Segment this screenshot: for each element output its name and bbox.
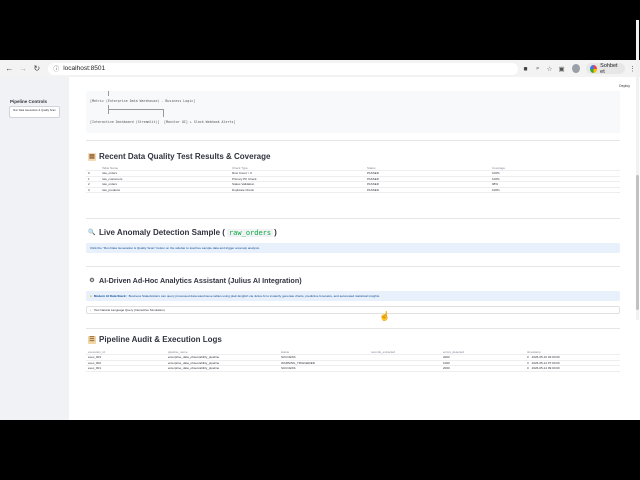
quality-section-title: ▤ Recent Data Quality Test Results & Cov…	[88, 152, 271, 161]
arch-connector	[108, 91, 109, 96]
assistant-section-title: ⚙ AI-Driven Ad-Hoc Analytics Assistant (…	[89, 276, 302, 285]
page-scrollbar-thumb[interactable]	[636, 175, 639, 310]
translate-icon[interactable]: ◾	[521, 64, 530, 74]
extensions-icon[interactable]: ▣	[557, 64, 566, 74]
profile-chip[interactable]: Sohbet et	[586, 62, 625, 75]
info-icon[interactable]: ⓘ	[53, 64, 59, 73]
arch-connector	[108, 105, 109, 114]
arch-branch	[108, 109, 163, 110]
nlq-expander[interactable]: › Test Natural Language Query (Interacti…	[86, 306, 620, 314]
divider	[86, 140, 620, 141]
assistant-info-box: ● Modern AI Data Stack: Business Stakeho…	[86, 291, 620, 301]
zoom-icon[interactable]: ⌕	[533, 64, 542, 74]
url-text: localhost:8501	[63, 65, 106, 72]
reload-icon[interactable]: ↻	[31, 63, 42, 75]
assistant-info-bold: Modern AI Data Stack:	[93, 294, 127, 298]
table-row: exec_901 enterprise_data_observability_pi…	[86, 365, 620, 372]
back-icon[interactable]: ←	[4, 63, 15, 75]
profile-name: Sohbet et	[600, 62, 618, 75]
assistant-info-text: Business Stakeholders can query processe…	[128, 294, 381, 298]
star-icon[interactable]: ☆	[545, 64, 554, 74]
magnifier-icon: 🔍	[88, 230, 96, 236]
anomaly-info-box: Click the "Run Data Generation & Quality…	[86, 243, 620, 253]
divider	[86, 218, 620, 219]
sidebar: Pipeline Controls Run Data Generation & …	[0, 77, 69, 420]
arch-connector	[163, 109, 164, 117]
divider	[86, 328, 620, 329]
browser-toolbar: ← → ↻ ⓘ localhost:8501 ◾ ⌕ ☆ ▣ Sohbet et…	[0, 60, 640, 77]
run-scan-button[interactable]: Run Data Generation & Quality Scan	[9, 106, 60, 118]
arch-line-3: [Monitor UI] + Slack Webhook Alerts]	[164, 120, 236, 124]
sidebar-title: Pipeline Controls	[10, 99, 48, 104]
anomaly-table-code: raw_orders	[226, 228, 274, 237]
clipboard-icon: ▤	[88, 152, 96, 161]
hand-cursor-icon: ☝	[379, 311, 391, 321]
forward-icon[interactable]: →	[18, 63, 29, 75]
scroll-icon: ☰	[88, 335, 96, 344]
profile-logo-icon	[590, 64, 598, 73]
chevron-right-icon: ›	[90, 308, 91, 312]
arch-line-1: [Metric (Enterprise Data Warehouse) - Bu…	[90, 99, 196, 103]
deploy-button[interactable]: Deploy	[619, 84, 630, 88]
expander-label: Test Natural Language Query (Interactive…	[94, 308, 165, 312]
avatar[interactable]	[572, 64, 581, 73]
menu-icon[interactable]: ⋮	[629, 65, 636, 73]
robot-icon: ⚙	[89, 278, 95, 284]
browser-window: ← → ↻ ⓘ localhost:8501 ◾ ⌕ ☆ ▣ Sohbet et…	[0, 60, 640, 420]
audit-section-title: ☰ Pipeline Audit & Execution Logs	[88, 335, 222, 344]
architecture-diagram: [Metric (Enterprise Data Warehouse) - Bu…	[86, 91, 620, 133]
anomaly-section-title: 🔍 Live Anomaly Detection Sample ( raw_or…	[88, 228, 277, 237]
table-row: 3 raw_products Duplicate Check PASSED 100%	[86, 187, 620, 193]
streamlit-page: Pipeline Controls Run Data Generation & …	[0, 77, 640, 420]
bulb-icon: ●	[90, 294, 92, 298]
divider	[86, 266, 620, 267]
address-bar[interactable]: ⓘ localhost:8501	[48, 62, 519, 75]
screen: ← → ↻ ⓘ localhost:8501 ◾ ⌕ ☆ ▣ Sohbet et…	[0, 0, 640, 480]
main-content: [Metric (Enterprise Data Warehouse) - Bu…	[86, 77, 620, 420]
audit-table: execution_id pipeline_name status record…	[86, 349, 620, 372]
arch-line-2: [Interactive Dashboard (Streamlit)]	[90, 120, 160, 124]
quality-table: Table Name Check Type Status Coverage 0r…	[86, 165, 620, 193]
